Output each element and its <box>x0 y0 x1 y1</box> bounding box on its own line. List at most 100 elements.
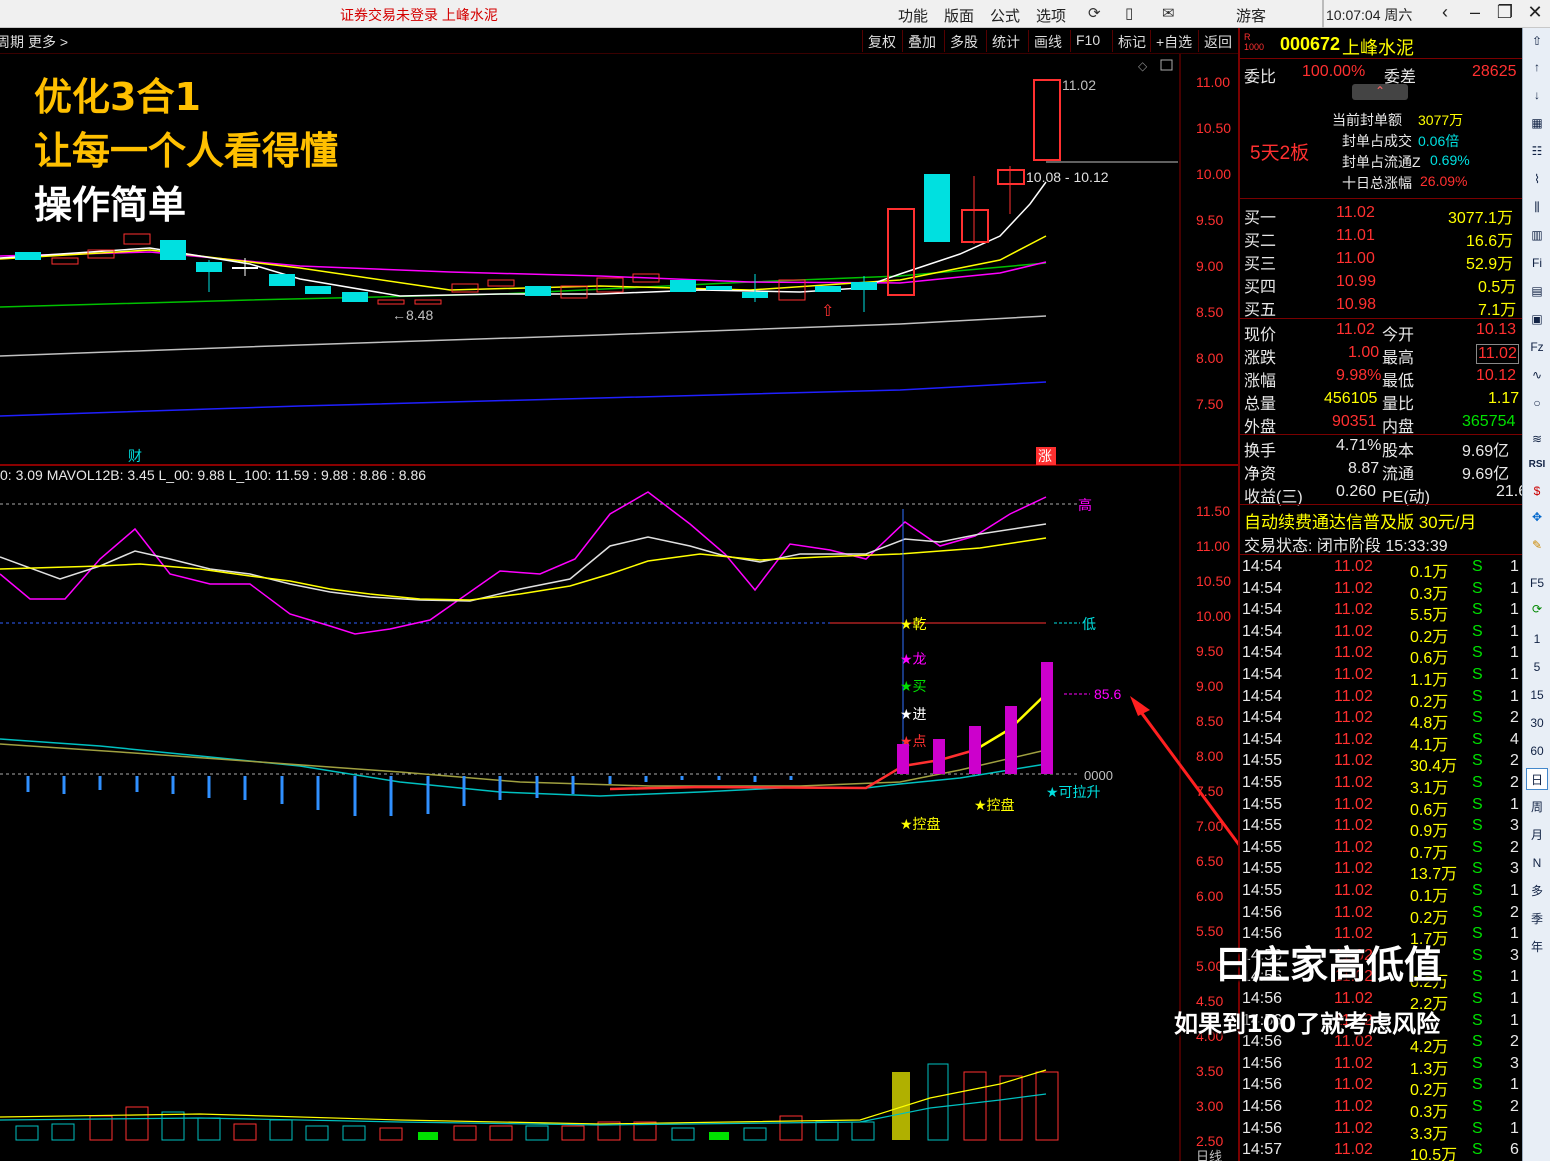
refresh-icon[interactable]: ⟳ <box>1088 4 1101 22</box>
return-button[interactable]: 返回 <box>1198 30 1237 52</box>
line-chart-icon[interactable]: ⌇ <box>1526 168 1548 190</box>
draw-line-button[interactable]: 画线 <box>1028 30 1067 52</box>
multi-stock-button[interactable]: 多股 <box>944 30 983 52</box>
overlay-line-2: 让每一个人看得懂 <box>34 129 339 173</box>
menu-options[interactable]: 选项 <box>1036 5 1066 26</box>
back-arrow-icon[interactable]: ‹ <box>1432 2 1458 23</box>
f5-icon[interactable]: F5 <box>1526 572 1548 594</box>
star-mai: ★买 <box>900 678 927 694</box>
period-30[interactable]: 30 <box>1526 712 1548 734</box>
svg-text:11.50: 11.50 <box>1196 503 1230 519</box>
down-arrow-icon[interactable]: ↓ <box>1526 84 1548 106</box>
price-tick: 8.00 <box>1196 350 1223 366</box>
up-arrow-icon: ⇧ <box>821 303 834 320</box>
stats-button[interactable]: 统计 <box>986 30 1025 52</box>
title-bar: 证券交易未登录 上峰水泥 功能 版面 公式 选项 ⟳ ▯ ✉ 游客 10:07:… <box>0 0 1550 28</box>
period-60[interactable]: 60 <box>1526 740 1548 762</box>
refresh-icon[interactable]: ⟳ <box>1526 598 1548 620</box>
up-arrow-icon[interactable]: ↑ <box>1526 56 1548 78</box>
fuquan-button[interactable]: 复权 <box>862 30 901 52</box>
period-15[interactable]: 15 <box>1526 684 1548 706</box>
weicha-value: 28625 <box>1472 63 1517 80</box>
ma60-line <box>0 262 1047 308</box>
tick-row: 14:56 11.02 0.2万 S 2 <box>1242 903 1519 927</box>
menu-function[interactable]: 功能 <box>898 5 928 26</box>
svg-text:3.00: 3.00 <box>1196 1098 1223 1114</box>
period-multi[interactable]: 多 <box>1526 880 1548 902</box>
period-5[interactable]: 5 <box>1526 656 1548 678</box>
ma10-line <box>0 235 1047 291</box>
di-label: 低 <box>1082 616 1096 632</box>
period-quarter[interactable]: 季 <box>1526 908 1548 930</box>
candle <box>451 283 479 293</box>
user-label[interactable]: 游客 <box>1236 5 1266 26</box>
quote-panel: R 1000 000672 上峰水泥 委比 100.00% 委差 28625 ⌃ … <box>1238 28 1527 1161</box>
menu-formula[interactable]: 公式 <box>990 5 1020 26</box>
period-day[interactable]: 日 <box>1526 768 1548 790</box>
period-1[interactable]: 1 <box>1526 628 1548 650</box>
indicator-header: 0: 3.09 MAVOL12B: 3.45 L_00: 9.88 L_100:… <box>0 467 426 483</box>
star-qian: ★乾 <box>900 616 927 632</box>
f10-button[interactable]: F10 <box>1070 30 1105 52</box>
candle <box>924 174 950 242</box>
mark-button[interactable]: 标记 <box>1112 30 1151 52</box>
stock-name: 上峰水泥 <box>1342 38 1414 58</box>
blue-neg-bars <box>26 776 793 816</box>
candle <box>815 286 841 292</box>
period-month[interactable]: 月 <box>1526 824 1548 846</box>
candle-chart-icon[interactable]: ⫼ <box>1526 196 1548 218</box>
collapse-toggle-icon[interactable]: ⌃ <box>1352 84 1408 100</box>
doc-icon[interactable]: ▤ <box>1526 280 1548 302</box>
tick-row: 14:55 11.02 0.7万 S 2 <box>1242 838 1519 862</box>
candle <box>377 299 405 305</box>
candle <box>232 267 258 269</box>
tick-row: 14:54 11.02 0.6万 S 1 <box>1242 644 1519 668</box>
period-n[interactable]: N <box>1526 852 1548 874</box>
mail-icon[interactable]: ✉ <box>1162 4 1175 22</box>
price-tick: 9.00 <box>1196 258 1223 274</box>
period-year[interactable]: 年 <box>1526 936 1548 958</box>
trend-icon[interactable]: ≋ <box>1526 428 1548 450</box>
tick-row: 14:56 11.02 0.2万 S 1 <box>1242 1076 1519 1100</box>
overlay-button[interactable]: 叠加 <box>902 30 941 52</box>
restore-icon[interactable]: ❐ <box>1492 2 1518 23</box>
value-85-label: 85.6 <box>1094 686 1121 702</box>
phone-icon[interactable]: ▯ <box>1125 4 1133 22</box>
window-icon[interactable] <box>1160 59 1173 71</box>
wave-icon[interactable]: ∿ <box>1526 364 1548 386</box>
price-y-axis: 11.00 10.50 10.00 9.50 9.00 8.50 8.00 7.… <box>1196 74 1231 412</box>
candle <box>123 233 151 245</box>
page-icon[interactable]: ▣ <box>1526 308 1548 330</box>
high-price-label: 11.02 <box>1062 77 1096 93</box>
rsi-icon[interactable]: RSI <box>1526 454 1548 476</box>
svg-text:6.00: 6.00 <box>1196 888 1223 904</box>
circle-icon[interactable]: ○ <box>1526 392 1548 414</box>
overlay-line-1: 优化3合1 <box>34 75 201 119</box>
ma-blue-line <box>0 381 1047 417</box>
tick-row: 14:56 11.02 1.3万 S 3 <box>1242 1054 1519 1078</box>
menu-layout[interactable]: 版面 <box>944 5 974 26</box>
price-tick: 8.50 <box>1196 304 1223 320</box>
svg-text:6.50: 6.50 <box>1196 853 1223 869</box>
f10-icon[interactable]: Fz <box>1526 336 1548 358</box>
money-icon[interactable]: $ <box>1526 480 1548 502</box>
table-icon[interactable]: ☷ <box>1526 140 1548 162</box>
close-icon[interactable]: ✕ <box>1522 2 1548 23</box>
move-icon[interactable]: ✥ <box>1526 506 1548 528</box>
diamond-icon[interactable]: ◇ <box>1138 59 1148 73</box>
fin-icon[interactable]: Fi <box>1526 252 1548 274</box>
star-long: ★龙 <box>900 651 927 667</box>
minimize-icon[interactable]: – <box>1462 2 1488 23</box>
bars-icon[interactable]: ▥ <box>1526 224 1548 246</box>
pencil-icon[interactable]: ✎ <box>1526 534 1548 556</box>
daily-label: 日线 <box>1196 1149 1222 1161</box>
ind-magenta-line <box>0 491 1047 635</box>
add-watchlist-button[interactable]: +自选 <box>1150 30 1197 52</box>
candle <box>160 240 186 260</box>
period-week[interactable]: 周 <box>1526 796 1548 818</box>
up-arrow-icon[interactable]: ⇧ <box>1526 30 1548 52</box>
candle <box>51 257 79 265</box>
period-label[interactable]: 周期 <box>0 32 24 52</box>
more-button[interactable]: 更多 > <box>28 32 68 52</box>
grid-icon[interactable]: ▦ <box>1526 112 1548 134</box>
